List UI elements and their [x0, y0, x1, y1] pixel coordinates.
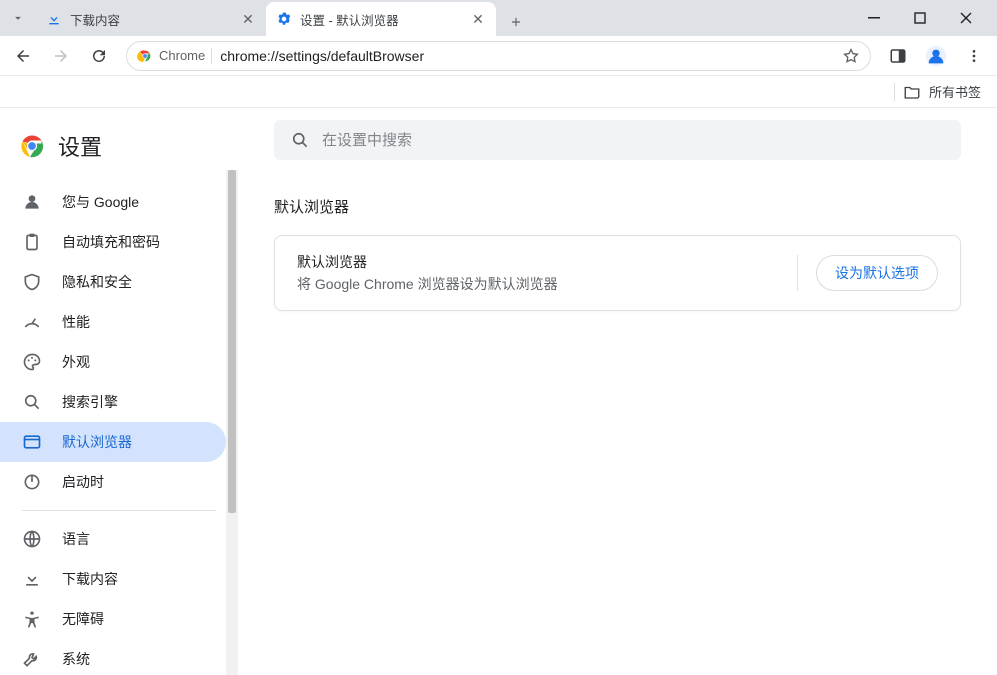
- nav-label: 外观: [62, 352, 90, 372]
- nav-label: 默认浏览器: [62, 432, 132, 452]
- minimize-button[interactable]: [851, 0, 897, 36]
- divider: [894, 83, 895, 101]
- nav-label: 语言: [62, 529, 90, 549]
- divider: [22, 510, 216, 511]
- sidebar-header: 设置: [0, 120, 238, 182]
- shield-icon: [22, 272, 42, 292]
- bookmark-bar: 所有书签: [0, 76, 997, 108]
- search-icon: [22, 392, 42, 412]
- sidebar-item-you-and-google[interactable]: 您与 Google: [0, 182, 226, 222]
- palette-icon: [22, 352, 42, 372]
- sidebar-item-languages[interactable]: 语言: [0, 519, 226, 559]
- default-browser-card: 默认浏览器 将 Google Chrome 浏览器设为默认浏览器 设为默认选项: [274, 235, 961, 311]
- gear-icon: [276, 11, 292, 27]
- power-icon: [22, 472, 42, 492]
- forward-button[interactable]: [44, 39, 78, 73]
- all-bookmarks-button[interactable]: 所有书签: [929, 82, 981, 101]
- sidebar-item-privacy[interactable]: 隐私和安全: [0, 262, 226, 302]
- toolbar: Chrome chrome://settings/defaultBrowser: [0, 36, 997, 76]
- settings-sidebar: 设置 您与 Google 自动填充和密码 隐私和安全 性能 外观 搜索引擎 默认…: [0, 108, 238, 675]
- sidebar-item-on-startup[interactable]: 启动时: [0, 462, 226, 502]
- nav-label: 下载内容: [62, 569, 118, 589]
- window-controls: [851, 0, 989, 36]
- sidebar-item-default-browser[interactable]: 默认浏览器: [0, 422, 226, 462]
- chrome-chip: Chrome: [137, 48, 212, 64]
- url-text[interactable]: chrome://settings/defaultBrowser: [220, 48, 834, 64]
- chrome-logo-icon: [137, 48, 153, 64]
- settings-search-input[interactable]: [322, 132, 945, 149]
- close-window-button[interactable]: [943, 0, 989, 36]
- new-tab-button[interactable]: [502, 8, 530, 36]
- nav-label: 启动时: [62, 472, 104, 492]
- browser-icon: [22, 432, 42, 452]
- card-text: 默认浏览器 将 Google Chrome 浏览器设为默认浏览器: [297, 252, 558, 294]
- sidebar-item-performance[interactable]: 性能: [0, 302, 226, 342]
- settings-nav: 您与 Google 自动填充和密码 隐私和安全 性能 外观 搜索引擎 默认浏览器…: [0, 182, 238, 675]
- set-default-button[interactable]: 设为默认选项: [816, 255, 938, 291]
- nav-label: 系统: [62, 649, 90, 669]
- download-icon: [46, 11, 62, 27]
- close-icon[interactable]: ✕: [470, 11, 486, 27]
- divider: [797, 255, 798, 291]
- chrome-chip-label: Chrome: [159, 48, 205, 63]
- profile-button[interactable]: [919, 39, 953, 73]
- menu-button[interactable]: [957, 39, 991, 73]
- chrome-logo-icon: [20, 134, 44, 158]
- section-title: 默认浏览器: [274, 196, 961, 217]
- tab-search-button[interactable]: [0, 0, 36, 36]
- speed-icon: [22, 312, 42, 332]
- sidebar-scrollbar[interactable]: [226, 170, 238, 675]
- download-icon: [22, 569, 42, 589]
- reload-button[interactable]: [82, 39, 116, 73]
- sidebar-item-appearance[interactable]: 外观: [0, 342, 226, 382]
- sidebar-item-search-engine[interactable]: 搜索引擎: [0, 382, 226, 422]
- bookmark-star-icon[interactable]: [842, 47, 860, 65]
- back-button[interactable]: [6, 39, 40, 73]
- person-icon: [22, 192, 42, 212]
- settings-content: 设置 您与 Google 自动填充和密码 隐私和安全 性能 外观 搜索引擎 默认…: [0, 108, 997, 675]
- globe-icon: [22, 529, 42, 549]
- tab-title: 下载内容: [70, 10, 232, 29]
- accessibility-icon: [22, 609, 42, 629]
- address-bar[interactable]: Chrome chrome://settings/defaultBrowser: [126, 41, 871, 71]
- sidebar-item-autofill[interactable]: 自动填充和密码: [0, 222, 226, 262]
- sidebar-item-downloads[interactable]: 下载内容: [0, 559, 226, 599]
- nav-label: 您与 Google: [62, 192, 139, 212]
- wrench-icon: [22, 649, 42, 669]
- maximize-button[interactable]: [897, 0, 943, 36]
- scrollbar-thumb[interactable]: [228, 170, 236, 513]
- tab-settings-default-browser[interactable]: 设置 - 默认浏览器 ✕: [266, 2, 496, 36]
- nav-label: 性能: [62, 312, 90, 332]
- close-icon[interactable]: ✕: [240, 11, 256, 27]
- sidebar-item-system[interactable]: 系统: [0, 639, 226, 675]
- sidebar-item-accessibility[interactable]: 无障碍: [0, 599, 226, 639]
- settings-main: 默认浏览器 默认浏览器 将 Google Chrome 浏览器设为默认浏览器 设…: [238, 108, 997, 675]
- folder-icon: [903, 83, 921, 101]
- card-subtitle: 将 Google Chrome 浏览器设为默认浏览器: [297, 274, 558, 294]
- card-action: 设为默认选项: [797, 255, 938, 291]
- side-panel-button[interactable]: [881, 39, 915, 73]
- nav-label: 搜索引擎: [62, 392, 118, 412]
- tab-downloads[interactable]: 下载内容 ✕: [36, 2, 266, 36]
- tab-strip: 下载内容 ✕ 设置 - 默认浏览器 ✕: [0, 0, 997, 36]
- card-title: 默认浏览器: [297, 252, 558, 272]
- nav-label: 自动填充和密码: [62, 232, 160, 252]
- search-icon: [290, 130, 310, 150]
- nav-label: 隐私和安全: [62, 272, 132, 292]
- tab-title: 设置 - 默认浏览器: [300, 10, 462, 29]
- sidebar-title: 设置: [58, 130, 102, 162]
- settings-search[interactable]: [274, 120, 961, 160]
- clipboard-icon: [22, 232, 42, 252]
- nav-label: 无障碍: [62, 609, 104, 629]
